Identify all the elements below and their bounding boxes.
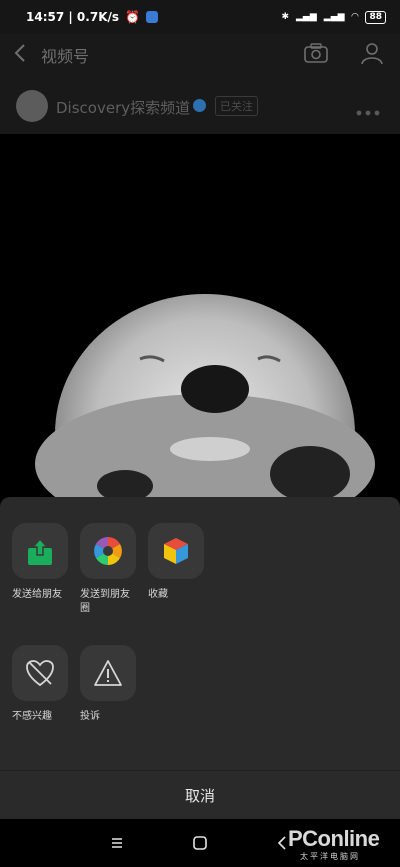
video-player[interactable] [0,134,400,500]
follow-status[interactable]: 已关注 [215,96,258,116]
app-notification-icon [145,11,158,23]
signal-icon: ▂▄▆ [296,12,317,22]
share-export-icon [28,537,52,565]
not-interested-label: 不感兴趣 [12,711,52,722]
send-to-friend-label: 发送给朋友 [12,589,62,600]
report-label: 投诉 [80,711,100,722]
send-to-friend-tile[interactable] [12,523,68,579]
alarm-icon: ⏰ [125,10,140,24]
broken-heart-icon [26,660,54,687]
status-time: 14:57 | 0.7K/s [26,10,120,24]
status-bar: 14:57 | 0.7K/s ⏰ ✱ ▂▄▆ ▂▄▆ ◠ 88 [0,0,400,34]
send-to-moments-tile[interactable] [80,523,136,579]
moments-aperture-icon [94,537,122,565]
cancel-button[interactable]: 取消 [0,770,400,820]
channel-avatar[interactable] [16,90,48,122]
page-title: 视频号 [41,47,90,66]
favorite-option[interactable]: 收藏 [148,523,218,602]
wifi-icon: ◠ [351,12,359,22]
back-arrow-icon[interactable] [10,42,32,64]
more-options-icon[interactable] [355,102,381,116]
watermark-subtitle: 太平洋电脑网 [300,852,360,861]
cancel-label: 取消 [184,787,215,805]
send-to-moments-label: 发送到朋友圈 [80,589,130,614]
bluetooth-icon: ✱ [281,12,290,22]
report-option[interactable]: 投诉 [80,645,150,724]
user-profile-icon[interactable] [359,40,385,66]
report-tile[interactable] [80,645,136,701]
watermark-logo: PConline [288,826,380,851]
send-to-moments-option[interactable]: 发送到朋友圈 [80,523,150,616]
warning-triangle-icon [94,660,122,686]
channel-header: Discovery探索频道 已关注 [0,88,400,128]
menu-icon[interactable] [107,833,127,853]
send-to-friend-option[interactable]: 发送给朋友 [12,523,82,602]
sea-otter-video-frame [0,134,400,500]
home-icon[interactable] [190,833,210,853]
battery-indicator: 88 [365,10,386,24]
not-interested-option[interactable]: 不感兴趣 [12,645,82,724]
channel-name[interactable]: Discovery探索频道 [56,97,190,118]
verified-badge-icon [193,99,206,112]
camera-icon[interactable] [303,41,329,65]
favorite-label: 收藏 [148,589,168,600]
favorite-tile[interactable] [148,523,204,579]
favorites-cube-icon [164,538,188,564]
top-nav: 视频号 [0,34,400,72]
not-interested-tile[interactable] [12,645,68,701]
signal-icon-2: ▂▄▆ [323,12,345,22]
